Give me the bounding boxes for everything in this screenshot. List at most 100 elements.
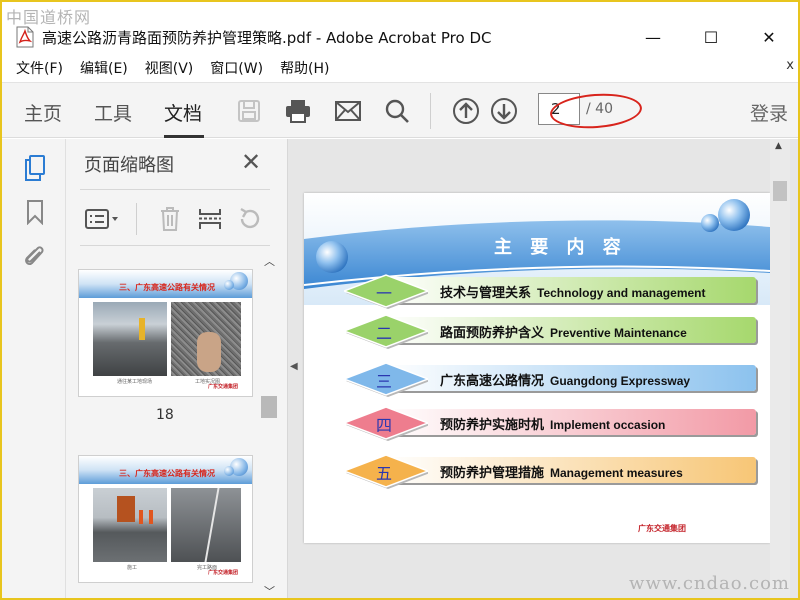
- agenda-item: 三 广东高速公路情况 Guangdong Expressway: [344, 361, 764, 397]
- agenda-item-text: 广东高速公路情况 Guangdong Expressway: [440, 370, 690, 389]
- thumbnail-caption: 施工: [127, 565, 138, 571]
- thumbnail-photo-detail: [139, 510, 143, 524]
- thumbnail-slide-title: 三、广东高速公路有关情况: [119, 283, 215, 292]
- thumbnail-logo: 广东交通集团: [207, 570, 238, 576]
- toolbar: 主页 工具 文档 登录: [2, 82, 798, 138]
- scroll-up-icon[interactable]: ︿: [264, 253, 275, 269]
- agenda-item-number: 三: [376, 372, 393, 391]
- title-bar: 高速公路沥青路面预防养护管理策略.pdf - Adobe Acrobat Pro…: [2, 20, 798, 54]
- thumbnail-photo-detail: [139, 318, 145, 340]
- thumbnail-logo: 广东交通集团: [207, 384, 238, 390]
- agenda-item: 五 预防养护管理措施 Management measures: [344, 453, 764, 489]
- document-scrollbar[interactable]: ▲: [770, 139, 790, 598]
- close-window-button[interactable]: ✕: [740, 20, 798, 54]
- save-icon[interactable]: [234, 96, 264, 126]
- agenda-item-text: 路面预防养护含义 Preventive Maintenance: [440, 322, 687, 341]
- tab-home[interactable]: 主页: [24, 99, 62, 126]
- collapse-panel-icon[interactable]: ◀: [290, 361, 298, 372]
- menu-bar: 文件(F) 编辑(E) 视图(V) 窗口(W) 帮助(H) x: [2, 56, 798, 80]
- agenda-item-chinese: 预防养护管理措施: [440, 466, 545, 481]
- arrow-up-icon[interactable]: [451, 96, 481, 126]
- agenda-item-english: Implement occasion: [550, 418, 666, 432]
- pdf-file-icon: [16, 26, 34, 48]
- panel-divider-2: [80, 245, 270, 246]
- menu-window[interactable]: 窗口(W): [210, 58, 263, 78]
- window-title: 高速公路沥青路面预防养护管理策略.pdf - Adobe Acrobat Pro…: [42, 28, 492, 47]
- close-panel-button[interactable]: ✕: [238, 148, 264, 176]
- thumbnail-photo: [171, 488, 241, 562]
- thumbnails-panel: 页面缩略图 ✕ 三、广东高速公路有关情况 通往某工地现场 工地实况图 广东交通集…: [66, 139, 288, 598]
- menu-help[interactable]: 帮助(H): [280, 58, 329, 78]
- arrow-down-icon[interactable]: [489, 96, 519, 126]
- agenda-item: 四 预防养护实施时机 Implement occasion: [344, 405, 764, 441]
- agenda-item-english: Guangdong Expressway: [550, 374, 691, 388]
- panel-toolbar: [80, 199, 270, 239]
- thumbnail-photo-detail: [197, 332, 221, 372]
- agenda-item-chinese: 广东高速公路情况: [440, 374, 545, 389]
- agenda-item-text: 技术与管理关系 Technology and management: [440, 282, 705, 301]
- thumbnail-bubble: [224, 466, 234, 476]
- maximize-button[interactable]: ☐: [682, 20, 740, 54]
- thumbnail-photo-detail: [204, 488, 220, 562]
- search-icon[interactable]: [382, 96, 412, 126]
- extract-pages-icon[interactable]: [196, 205, 224, 233]
- slide-title: 主 要 内 容: [494, 237, 627, 258]
- rotate-icon[interactable]: [236, 205, 264, 233]
- agenda-item-chinese: 预防养护实施时机: [440, 418, 545, 433]
- menu-file[interactable]: 文件(F): [16, 58, 63, 78]
- print-icon[interactable]: [283, 96, 313, 126]
- page-thumbnail[interactable]: 三、广东高速公路有关情况 通往某工地现场 工地实况图 广东交通集团: [78, 269, 253, 397]
- scroll-up-icon[interactable]: ▲: [775, 141, 782, 151]
- thumbnail-photo-detail: [117, 496, 135, 522]
- thumbnail-scrollbar[interactable]: ︿ ﹀: [261, 249, 277, 598]
- thumbnail-options-icon[interactable]: [84, 205, 122, 233]
- login-button[interactable]: 登录: [750, 99, 788, 126]
- agenda-item-number: 一: [376, 284, 393, 303]
- active-tab-underline: [164, 135, 204, 138]
- menu-view[interactable]: 视图(V): [145, 58, 194, 78]
- agenda-item-chinese: 路面预防养护含义: [440, 326, 545, 341]
- agenda-item-number: 二: [376, 324, 393, 343]
- thumbnail-photo-detail: [149, 510, 153, 524]
- scrollbar-thumb[interactable]: [261, 396, 277, 418]
- page-thumbnails-icon[interactable]: [22, 155, 48, 181]
- menu-close-button[interactable]: x: [786, 58, 794, 73]
- agenda-item-chinese: 技术与管理关系: [440, 286, 532, 301]
- pdf-page: 主 要 内 容 一 技术与管理关系 Technology and managemen…: [304, 193, 770, 543]
- thumbnail-slide-title: 三、广东高速公路有关情况: [119, 469, 215, 478]
- thumbnail-caption: 通往某工地现场: [117, 379, 153, 385]
- panel-toolbar-divider: [136, 203, 137, 235]
- tab-tools[interactable]: 工具: [94, 99, 132, 126]
- thumbnail-photo: [93, 488, 167, 562]
- watermark-bottom: www.cndao.com: [629, 573, 790, 594]
- minimize-button[interactable]: —: [624, 20, 682, 54]
- agenda-item-text: 预防养护管理措施 Management measures: [440, 462, 683, 481]
- agenda-item: 二 路面预防养护含义 Preventive Maintenance: [344, 313, 764, 349]
- panel-divider: [80, 189, 270, 190]
- agenda-item-text: 预防养护实施时机 Implement occasion: [440, 414, 665, 433]
- thumbnail-bubble: [224, 280, 234, 290]
- menu-edit[interactable]: 编辑(E): [80, 58, 128, 78]
- trash-icon[interactable]: [156, 205, 184, 233]
- toolbar-divider: [430, 93, 431, 129]
- page-thumbnail[interactable]: 三、广东高速公路有关情况 施工 完工路面 广东交通集团: [78, 455, 253, 583]
- watermark-top: 中国道桥网: [6, 8, 92, 27]
- tab-document[interactable]: 文档: [164, 99, 202, 126]
- left-rail: [2, 139, 66, 598]
- thumbnail-photo: [171, 302, 241, 376]
- app-window: 中国道桥网 高速公路沥青路面预防养护管理策略.pdf - Adobe Acrob…: [0, 0, 800, 600]
- attachment-icon[interactable]: [22, 243, 48, 269]
- agenda-item: 一 技术与管理关系 Technology and management: [344, 273, 764, 309]
- bookmark-icon[interactable]: [22, 199, 48, 225]
- panel-title: 页面缩略图: [84, 155, 174, 176]
- thumbnail-photo: [93, 302, 167, 376]
- agenda-item-english: Management measures: [550, 466, 683, 480]
- scroll-down-icon[interactable]: ﹀: [264, 583, 275, 598]
- email-icon[interactable]: [333, 96, 363, 126]
- slide-logo: 广东交通集团: [638, 524, 686, 533]
- agenda-item-english: Technology and management: [537, 286, 706, 300]
- agenda-item-english: Preventive Maintenance: [550, 326, 687, 340]
- agenda-item-number: 五: [376, 464, 393, 483]
- thumbnail-page-number: 18: [156, 407, 174, 423]
- scrollbar-thumb[interactable]: [773, 181, 787, 201]
